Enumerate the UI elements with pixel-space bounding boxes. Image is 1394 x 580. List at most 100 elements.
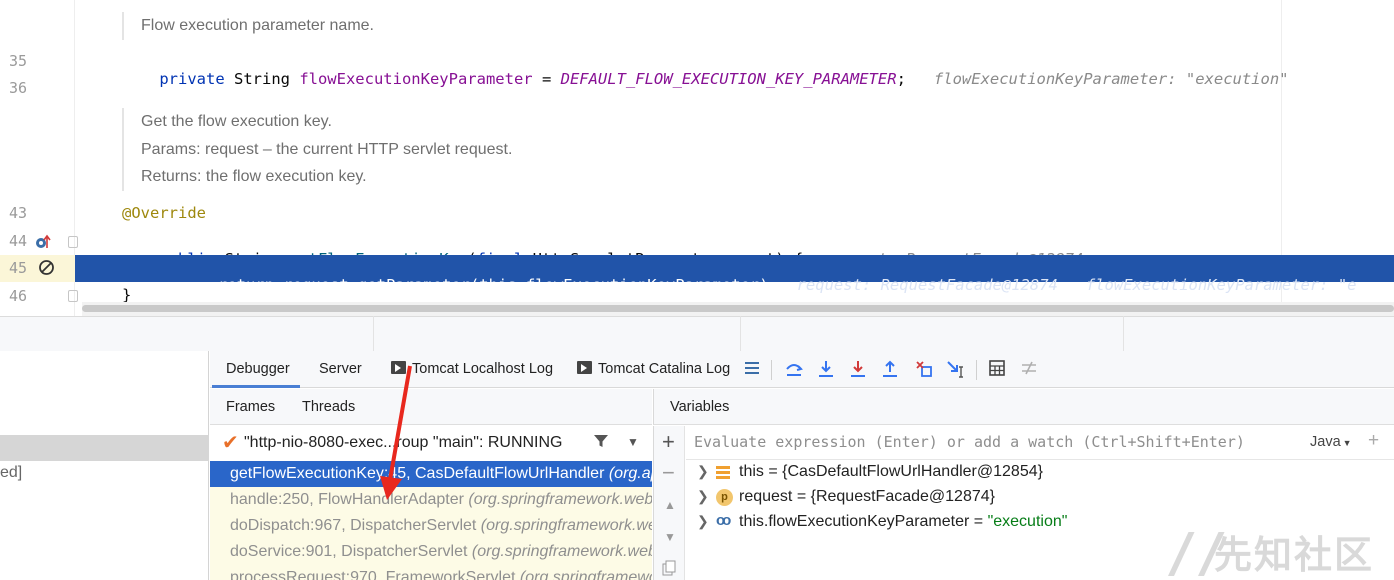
stack-frame[interactable]: processRequest:970, FrameworkServlet (or… [210, 565, 652, 580]
variable-text: request = {RequestFacade@12874} [739, 488, 995, 506]
frame-method: processRequest:970, FrameworkServlet [230, 569, 520, 580]
show-execution-point-menu-icon[interactable] [741, 359, 763, 381]
tab-tomcat-catalina-log[interactable]: Tomcat Catalina Log [577, 361, 730, 377]
toolbar-separator [771, 360, 772, 380]
equals: = [969, 513, 988, 530]
variable-text: this.flowExecutionKeyParameter = "execut… [739, 513, 1067, 531]
step-out-icon[interactable] [879, 359, 901, 381]
chevron-down-icon[interactable]: ▼ [627, 435, 639, 449]
javadoc-method: Get the flow execution key. Params: requ… [122, 108, 512, 191]
remove-watch-icon[interactable]: − [662, 460, 675, 486]
disabled-breakpoint-icon[interactable] [38, 259, 55, 276]
chevron-right-icon[interactable]: ❯ [697, 488, 709, 505]
field-name: flowExecutionKeyParameter [299, 70, 533, 88]
variable-name: request [739, 488, 793, 505]
watermark-text: 先知社区 [1214, 535, 1375, 577]
console-icon [391, 361, 406, 374]
chevron-right-icon[interactable]: ❯ [697, 463, 709, 480]
javadoc-field: Flow execution parameter name. [122, 12, 374, 40]
step-over-icon[interactable] [783, 359, 805, 381]
variables-side-toolbar: + − ▲ ▼ [653, 426, 685, 580]
language-label: Java [1310, 434, 1341, 450]
move-down-icon[interactable]: ▼ [664, 530, 676, 544]
current-execution-line[interactable]: return request.getParameter(this.flowExe… [75, 255, 1394, 294]
frame-method: getFlowExecutionKey:45, CasDefaultFlowUr… [230, 465, 609, 482]
stack-frame[interactable]: doDispatch:967, DispatcherServlet (org.s… [210, 513, 652, 539]
tab-label: Tomcat Localhost Log [412, 361, 554, 377]
add-watch-icon[interactable]: + [662, 429, 675, 455]
inline-debug-value: flowExecutionKeyParameter: "e [1085, 276, 1357, 294]
variable-value: {CasDefaultFlowUrlHandler@12854} [782, 463, 1043, 480]
force-step-into-icon[interactable] [847, 359, 869, 381]
frame-package: (org.springframework.web.servlet) [519, 569, 652, 580]
override-marker-icon[interactable] [35, 234, 51, 250]
chevron-right-icon[interactable]: ❯ [697, 513, 709, 530]
fold-icon[interactable] [68, 290, 78, 302]
watch-icon: oo [716, 512, 731, 529]
line-number: 36 [9, 79, 28, 97]
frame-package: (org.apereo.cas.web.flow) [608, 465, 652, 482]
watermark-logo-icon [1168, 532, 1204, 576]
line-number: 35 [9, 52, 28, 70]
frames-list[interactable]: ✔ "http-nio-8080-exec...roup "main": RUN… [210, 426, 652, 580]
variable-text: this = {CasDefaultFlowUrlHandler@12854} [739, 463, 1043, 481]
language-dropdown[interactable]: Java ▼ [1310, 434, 1352, 450]
javadoc-line: Get the flow execution key. [141, 113, 332, 130]
divider [1123, 316, 1124, 351]
move-up-icon[interactable]: ▲ [664, 498, 676, 512]
tab-threads[interactable]: Threads [302, 399, 355, 415]
list-icon [716, 464, 733, 481]
copy-icon[interactable] [662, 560, 676, 580]
stack-frame[interactable]: handle:250, FlowHandlerAdapter (org.spri… [210, 487, 652, 513]
panel-divider-bar[interactable] [0, 316, 1394, 351]
run-to-cursor-icon[interactable] [945, 359, 967, 381]
fold-icon[interactable] [68, 236, 78, 248]
thread-name: "http-nio-8080-exec...roup "main": RUNNI… [244, 434, 563, 451]
equals: = [792, 488, 811, 505]
variables-title: Variables [670, 399, 730, 415]
eval-placeholder: Evaluate expression (Enter) or add a wat… [694, 433, 1245, 451]
evaluate-expression-icon[interactable] [986, 359, 1008, 381]
tab-label: Tomcat Catalina Log [598, 361, 731, 377]
tab-frames[interactable]: Frames [226, 399, 275, 415]
thread-selector[interactable]: ✔ "http-nio-8080-exec...roup "main": RUN… [210, 426, 652, 460]
code-editor[interactable]: Flow execution parameter name. 35 privat… [0, 0, 1394, 316]
trace-current-stream-icon[interactable] [1018, 359, 1040, 381]
tab-server[interactable]: Server [319, 361, 362, 377]
stack-frame[interactable]: doService:901, DispatcherServlet (org.sp… [210, 539, 652, 565]
javadoc-line: Returns: the flow execution key. [141, 168, 367, 185]
divider [373, 316, 374, 351]
code-line-35: private String flowExecutionKeyParameter… [122, 52, 1289, 106]
horizontal-scrollbar-thumb[interactable] [82, 305, 1394, 312]
inline-debug-value: flowExecutionKeyParameter: "execution" [933, 70, 1289, 88]
services-panel[interactable]: ed] [0, 351, 209, 580]
frames-threads-header: Frames Threads [210, 389, 652, 425]
divider [740, 316, 741, 351]
javadoc-line: Flow execution parameter name. [141, 17, 374, 34]
type: String [224, 70, 300, 88]
semicolon: ; [896, 70, 906, 88]
parameter-icon: p [716, 489, 733, 506]
step-into-icon[interactable] [815, 359, 837, 381]
stack-frame[interactable]: getFlowExecutionKey:45, CasDefaultFlowUr… [210, 461, 652, 487]
drop-frame-icon[interactable] [913, 359, 935, 381]
variable-value: {RequestFacade@12874} [810, 488, 995, 505]
line-number: 44 [9, 232, 28, 250]
tab-debugger[interactable]: Debugger [226, 361, 290, 377]
tab-tomcat-localhost-log[interactable]: Tomcat Localhost Log [391, 361, 553, 377]
frame-package: (org.springframework.web.servlet) [480, 517, 652, 534]
active-tab-indicator [212, 385, 300, 388]
selected-service-row[interactable] [0, 435, 209, 461]
variable-name: this [739, 463, 764, 480]
chevron-down-icon: ▼ [1342, 438, 1352, 448]
annotation: @Override [122, 204, 206, 222]
variable-value: "execution" [987, 513, 1068, 530]
statement: return request.getParameter(this.flowExe… [218, 276, 778, 294]
variables-header: Variables [653, 389, 1394, 425]
filter-icon[interactable] [593, 433, 609, 454]
add-to-watches-icon[interactable]: + [1368, 430, 1379, 452]
line-number: 46 [9, 287, 28, 305]
evaluate-expression-field[interactable]: Evaluate expression (Enter) or add a wat… [686, 426, 1394, 460]
console-icon [577, 361, 592, 374]
inline-debug-value: request: RequestFacade@12874 [796, 276, 1058, 294]
